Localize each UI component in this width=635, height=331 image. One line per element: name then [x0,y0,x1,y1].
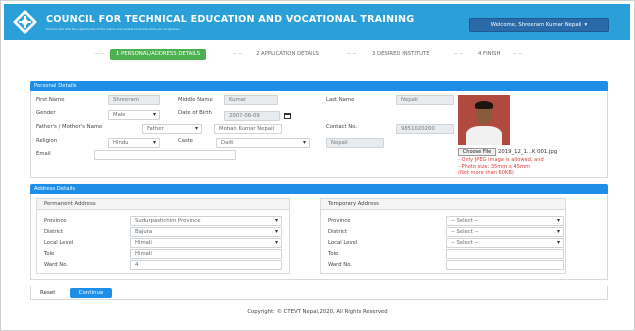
perm-district-select[interactable]: Bajura [130,227,282,237]
perm-local-label: Local Level [44,240,74,246]
religion-select[interactable]: Hindu [108,138,160,148]
continue-button[interactable]: Continue [70,288,112,298]
photo-note-limit: (Not more than 60KB) [458,170,514,176]
step-personal[interactable]: 1 PERSONAL/ADDRESS DETAILS [110,49,207,60]
last-name-field[interactable]: Nepali [396,95,454,105]
caste-select[interactable]: Dalit [216,138,310,148]
temp-local-label: Local Level [328,240,358,246]
site-title: COUNCIL FOR TECHNICAL EDUCATION AND VOCA… [46,14,415,25]
perm-province-label: Province [44,218,67,224]
middle-name-label: Middle Name [178,97,213,103]
last-name-label: Last Name [326,97,355,103]
religion-label: Religion [36,138,58,144]
step-separator: -- -- [347,51,357,57]
temp-district-select[interactable]: -- Select -- [446,227,564,237]
perm-district-label: District [44,229,64,235]
email-label: Email [36,151,51,157]
caste-label: Caste [178,138,194,144]
dob-label: Date of Birth [178,110,212,116]
user-menu-label: Welcome, Shreeram Kumar Nepali [490,22,582,28]
personal-details-header: Personal Details [30,81,608,91]
middle-name-field[interactable]: Kumar [224,95,278,105]
temp-province-select[interactable]: -- Select -- [446,216,564,226]
photo-note-format: - Only JPEG image is allowed, and [458,157,544,163]
dob-field[interactable]: 2007-06-09 [224,111,280,121]
perm-local-select[interactable]: Himali [130,238,282,248]
step-separator: -- -- [454,51,464,57]
temp-district-label: District [328,229,348,235]
user-menu-button[interactable]: Welcome, Shreeram Kumar Nepali ▾ [469,18,609,32]
contact-label: Contact No. [326,124,358,130]
ctevt-logo-icon [13,10,37,34]
temp-tole-field[interactable] [446,249,564,259]
site-subtitle: Provide skill with the opportunity of th… [46,27,180,31]
ethnic-group-field[interactable]: Nepali [326,138,384,148]
gender-select[interactable]: Male [108,110,160,120]
form-actions-bar [30,286,608,300]
chevron-down-icon: ▾ [584,22,588,28]
permanent-address-title: Permanent Address [44,201,96,207]
calendar-icon[interactable] [284,113,291,119]
temp-tole-label: Tole [328,251,339,257]
email-field[interactable] [94,150,236,160]
perm-ward-field[interactable]: 4 [130,260,282,270]
step-separator: -- -- [95,51,105,57]
step-separator: -- -- [513,51,523,57]
gender-label: Gender [36,110,56,116]
choose-file-button[interactable]: Choose File [458,148,496,156]
temp-province-label: Province [328,218,351,224]
selected-file-name: 2019_12_1...K 001.jpg [498,149,558,155]
first-name-label: First Name [36,97,65,103]
first-name-field[interactable]: Shreeram [108,95,160,105]
temp-local-select[interactable]: -- Select -- [446,238,564,248]
guardian-label: Father's / Mother's Name [36,124,103,130]
step-institute[interactable]: 3 DESIRED INSTITUTE [372,49,430,60]
contact-field[interactable]: 9851020200 [396,124,454,134]
perm-tole-label: Tole [44,251,55,257]
perm-ward-label: Ward No. [44,262,69,268]
guardian-relation-select[interactable]: Father [142,124,202,134]
step-separator: -- -- [233,51,243,57]
temp-ward-label: Ward No. [328,262,353,268]
guardian-name-field[interactable]: Mohan Kumar Nepali [214,124,282,134]
reset-button[interactable]: Reset [40,290,55,296]
applicant-photo [458,95,510,145]
temp-ward-field[interactable] [446,260,564,270]
site-header: COUNCIL FOR TECHNICAL EDUCATION AND VOCA… [4,4,630,40]
copyright-text: Copyright: © CTEVT Nepal,2020, All Right… [247,309,388,315]
perm-province-select[interactable]: Sudurpashchim Province [130,216,282,226]
wizard-steps: -- -- 1 PERSONAL/ADDRESS DETAILS -- -- 2… [0,48,635,62]
step-application[interactable]: 2 APPLICATION DETAILS [256,49,319,60]
step-finish[interactable]: 4 FINISH [478,49,501,60]
address-details-header: Address Details [30,184,608,194]
perm-tole-field[interactable]: Himali [130,249,282,259]
temporary-address-title: Temporary Address [328,201,379,207]
